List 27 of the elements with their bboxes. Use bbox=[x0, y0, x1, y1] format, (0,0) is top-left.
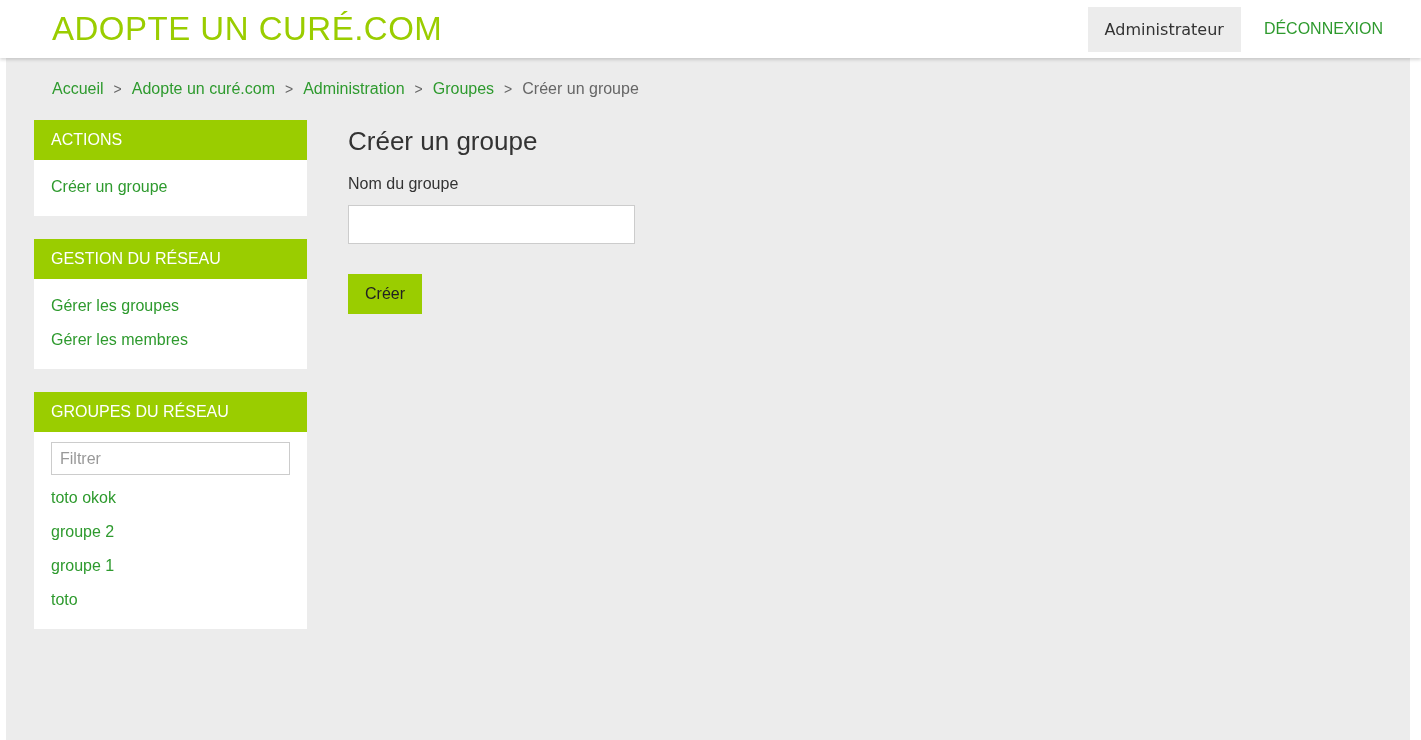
breadcrumb-link[interactable]: Adopte un curé.com bbox=[131, 80, 275, 98]
sidebar-link[interactable]: toto okok bbox=[51, 481, 290, 515]
sidebar-link[interactable]: groupe 1 bbox=[51, 549, 290, 583]
user-button[interactable]: Administrateur bbox=[1087, 6, 1241, 52]
page-title: Créer un groupe bbox=[348, 126, 539, 157]
field-label: Nom du groupe bbox=[348, 175, 460, 193]
breadcrumb-link[interactable]: Groupes bbox=[432, 80, 495, 98]
breadcrumb-link[interactable]: Administration bbox=[303, 80, 405, 98]
sidebar-link[interactable]: groupe 2 bbox=[51, 515, 290, 549]
breadcrumb-link[interactable]: Accueil bbox=[52, 80, 104, 98]
breadcrumb-separator: > bbox=[284, 81, 294, 97]
breadcrumb-separator: > bbox=[113, 81, 122, 97]
sidebar-link[interactable]: toto bbox=[51, 583, 290, 617]
breadcrumb-separator: > bbox=[504, 81, 513, 97]
panel-header: GROUPES DU RÉSEAU bbox=[34, 392, 307, 432]
panel-header: GESTION DU RÉSEAU bbox=[34, 239, 307, 279]
group-name-field[interactable] bbox=[348, 205, 635, 244]
sidebar-link[interactable]: Créer un groupe bbox=[51, 170, 290, 204]
create-button[interactable]: Créer bbox=[348, 274, 422, 314]
logout-link[interactable]: DÉCONNEXION bbox=[1263, 20, 1383, 38]
breadcrumb-separator: > bbox=[414, 81, 423, 97]
sidebar-link[interactable]: Gérer les membres bbox=[51, 323, 290, 357]
breadcrumb-current: Créer un groupe bbox=[522, 80, 639, 98]
site-logo[interactable]: ADOPTE UN CURÉ.COM bbox=[52, 10, 443, 48]
sidebar-link[interactable]: Gérer les groupes bbox=[51, 289, 290, 323]
panel-header: ACTIONS bbox=[34, 120, 307, 160]
filter-field[interactable]: Filtrer bbox=[51, 442, 290, 475]
